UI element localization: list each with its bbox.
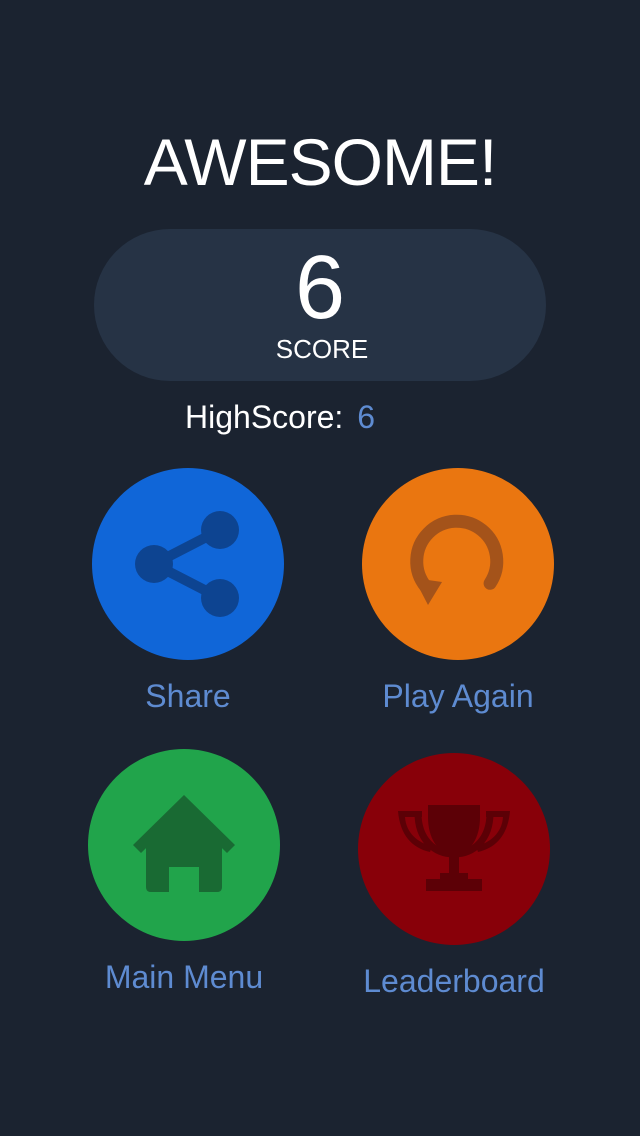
highscore-label: HighScore: [185,399,344,435]
main-menu-button[interactable] [88,749,280,941]
trophy-icon [398,805,510,891]
replay-icon [410,514,504,605]
share-button[interactable] [92,468,284,660]
leaderboard-button[interactable] [358,753,550,945]
leaderboard-label[interactable]: Leaderboard [346,962,562,1000]
highscore-value: 6 [357,399,376,435]
play-again-button[interactable] [362,468,554,660]
score-value: 6 [294,238,346,338]
play-again-label[interactable]: Play Again [358,677,558,715]
main-menu-label[interactable]: Main Menu [84,958,284,996]
score-label: SCORE [275,334,369,364]
home-icon [133,795,235,892]
share-label[interactable]: Share [92,677,284,715]
highscore-row: HighScore: 6 [185,398,375,436]
share-icon [135,511,239,617]
page-title: AWESOME! [143,125,498,199]
